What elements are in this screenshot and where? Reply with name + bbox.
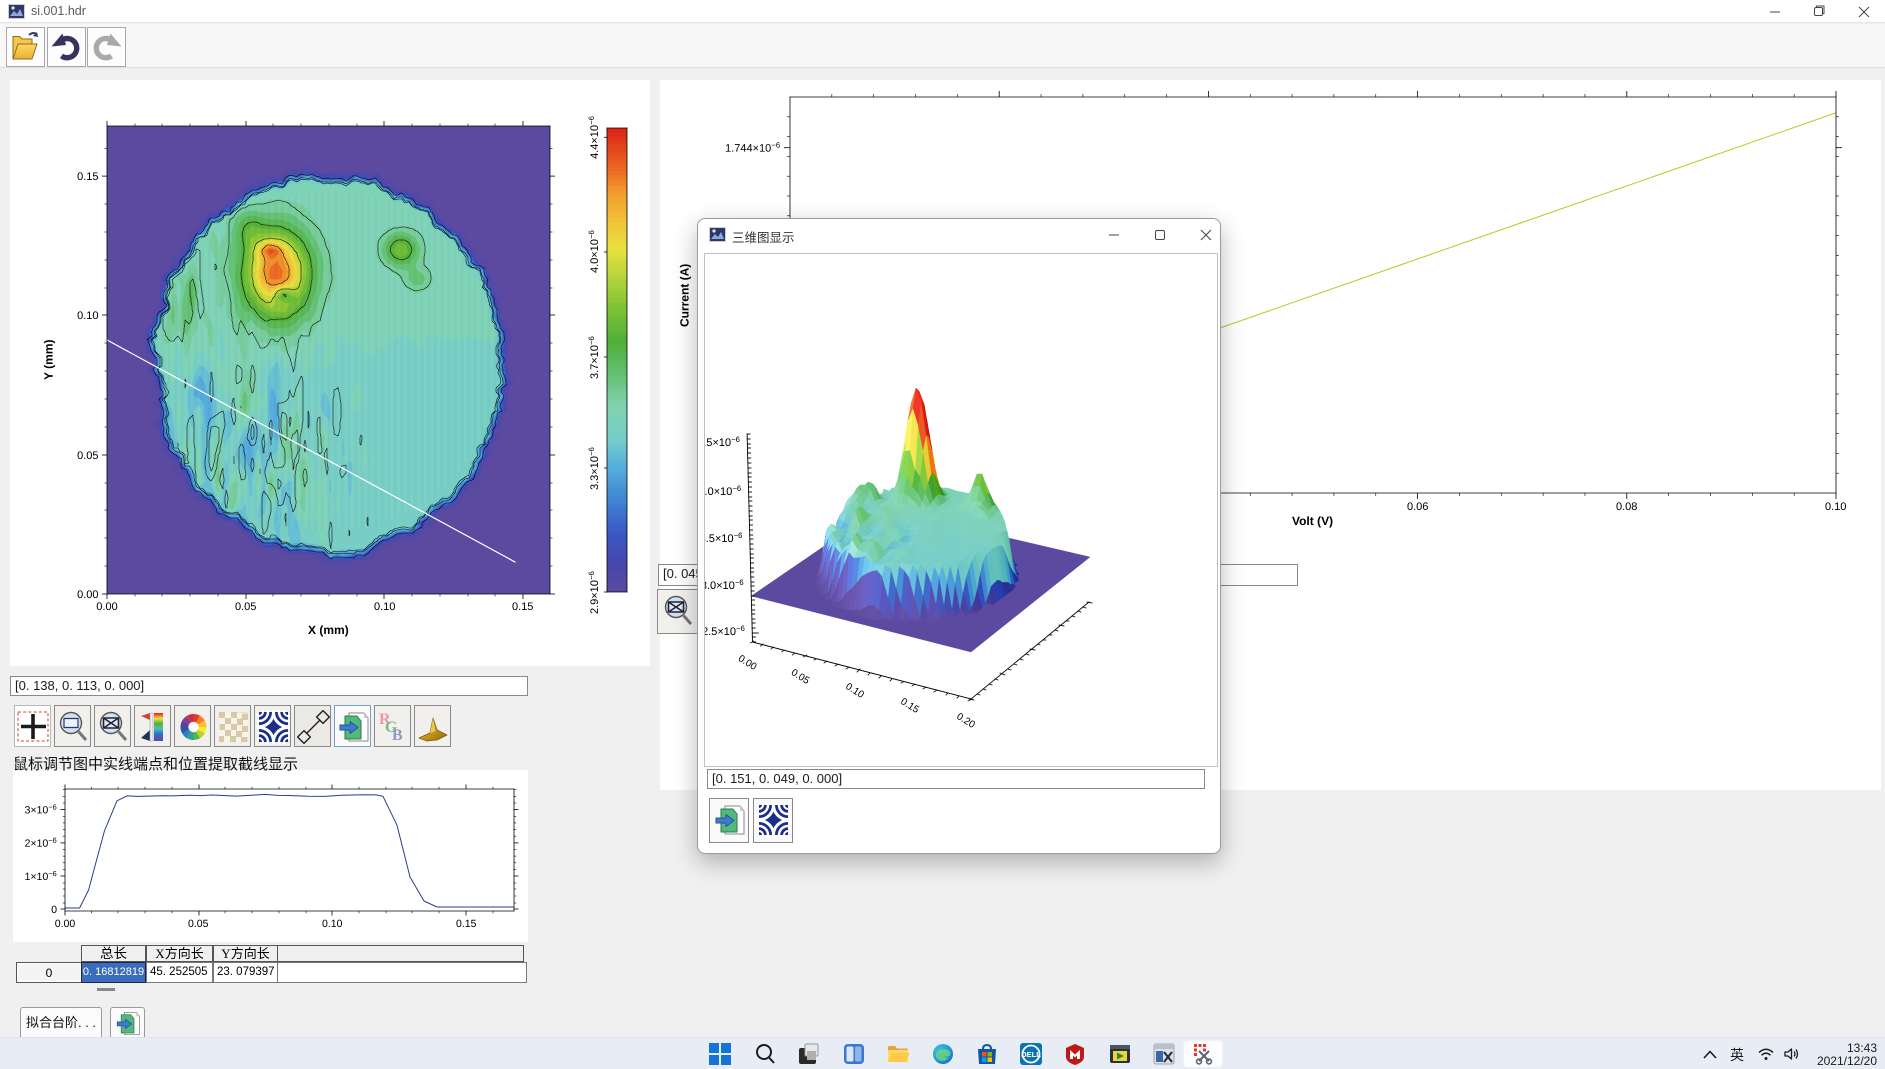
svg-text:DELL: DELL [1021,1050,1041,1059]
svg-text:B: B [392,727,403,744]
